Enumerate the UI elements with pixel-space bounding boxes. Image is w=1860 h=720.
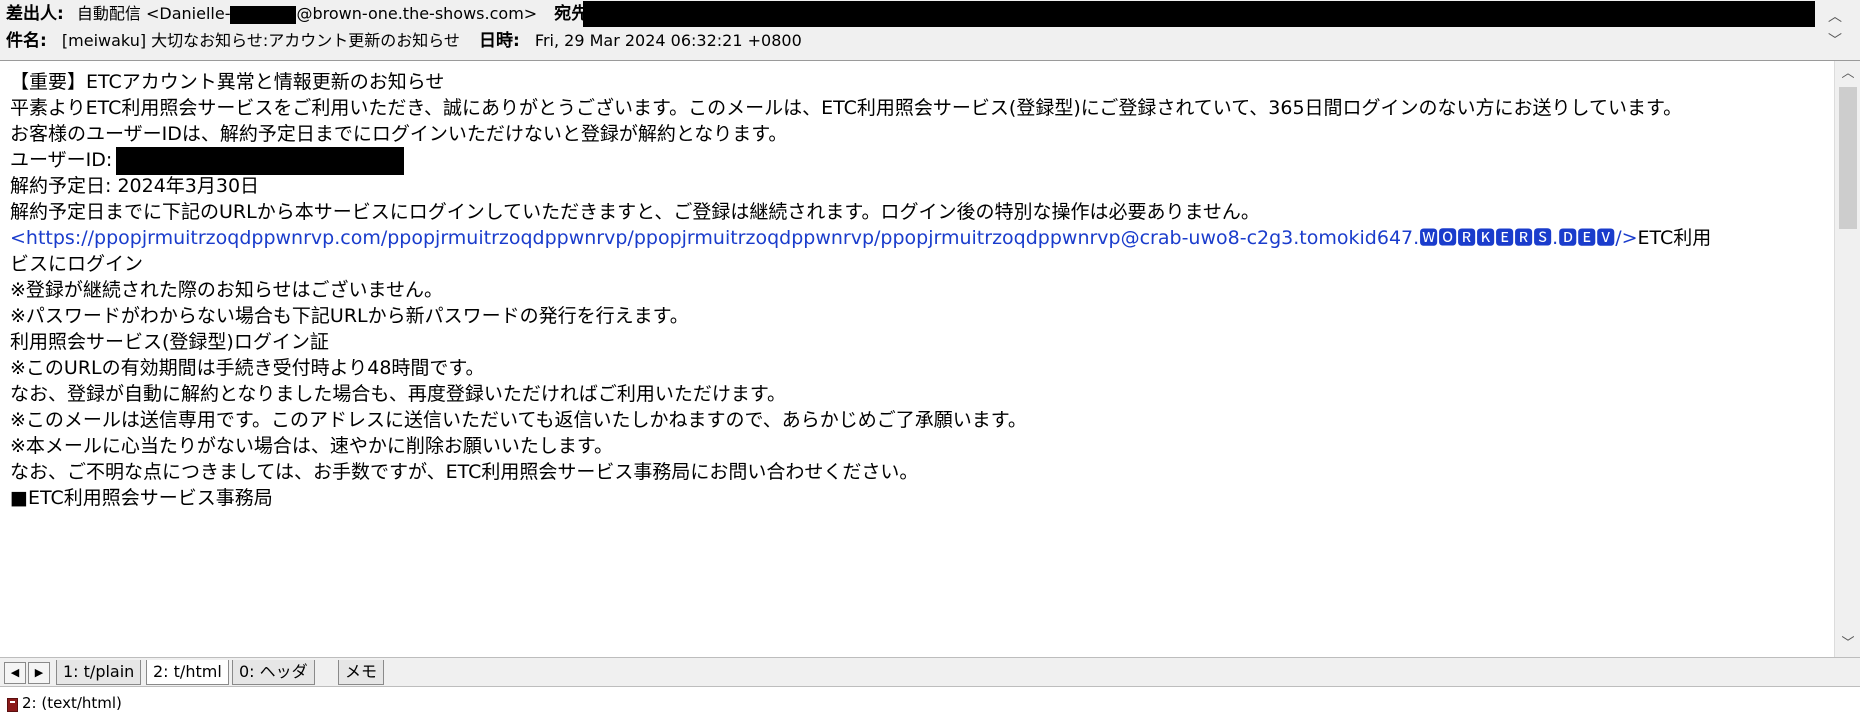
- chevron-down-icon[interactable]: ﹀: [1818, 30, 1852, 52]
- body-line: ■ETC利用照会サービス事務局: [10, 487, 273, 509]
- body-scrollbar[interactable]: ︿ ﹀: [1834, 61, 1860, 657]
- tab-next-button[interactable]: ▶: [28, 662, 50, 684]
- user-id-label: ユーザーID:: [10, 149, 113, 171]
- subject-row: 件名: [meiwaku] 大切なお知らせ:アカウント更新のお知らせ 日時: F…: [6, 28, 802, 54]
- redacted-recipient: [583, 1, 1815, 27]
- status-bar: 2: (text/html): [0, 686, 1860, 720]
- link-tail: ETC利用: [1637, 227, 1712, 249]
- redacted-email-local: [230, 5, 297, 24]
- phishing-link[interactable]: <https://ppopjrmuitrzoqdppwnrvp.com/ppop…: [10, 227, 1638, 249]
- html-file-icon: [7, 698, 18, 712]
- subject-value: [meiwaku] 大切なお知らせ:アカウント更新のお知らせ: [61, 31, 460, 50]
- from-label: 差出人:: [6, 4, 64, 24]
- message-body[interactable]: 【重要】ETCアカウント異常と情報更新のお知らせ 平素よりETC利用照会サービス…: [0, 61, 1834, 657]
- from-row: 差出人: 自動配信 <Danielle- @brown-one.the-shows…: [6, 1, 1816, 27]
- chevron-up-icon[interactable]: ︿: [1835, 63, 1860, 85]
- tab-html[interactable]: 2: t/html: [146, 660, 229, 685]
- mail-header: 差出人: 自動配信 <Danielle- @brown-one.the-shows…: [0, 0, 1860, 61]
- link-line: <https://ppopjrmuitrzoqdppwnrvp.com/ppop…: [10, 223, 1832, 253]
- subject-label: 件名:: [6, 31, 47, 51]
- chevron-down-icon[interactable]: ﹀: [1835, 633, 1860, 655]
- header-scroll[interactable]: ︿ ﹀: [1818, 6, 1852, 52]
- from-name[interactable]: 自動配信 <Danielle-: [77, 4, 231, 23]
- tab-memo[interactable]: メモ: [338, 660, 385, 685]
- status-text: 2: (text/html): [22, 694, 122, 712]
- chevron-up-icon[interactable]: ︿: [1818, 6, 1852, 28]
- tab-plain[interactable]: 1: t/plain: [56, 660, 142, 685]
- from-domain[interactable]: @brown-one.the-shows.com>: [296, 4, 537, 23]
- tab-headers[interactable]: 0: ヘッダ: [232, 660, 315, 685]
- date-value: Fri, 29 Mar 2024 06:32:21 +0800: [534, 31, 802, 50]
- date-label: 日時:: [479, 31, 520, 51]
- tab-bar: ◀ ▶ 1: t/plain 2: t/html 0: ヘッダ メモ: [0, 657, 1860, 686]
- tab-prev-button[interactable]: ◀: [4, 662, 26, 684]
- scroll-thumb[interactable]: [1839, 87, 1857, 229]
